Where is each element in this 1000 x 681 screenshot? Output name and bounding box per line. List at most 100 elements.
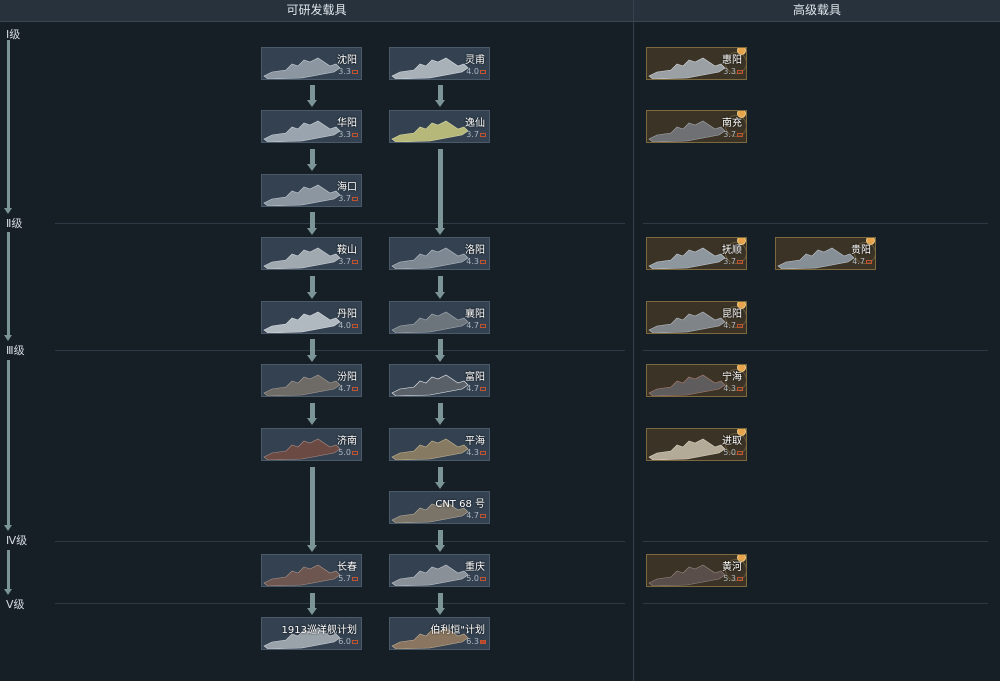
vehicle-card-shenyang[interactable]: 沈阳 3.3 (261, 47, 362, 80)
battle-rating-icon (352, 639, 358, 644)
vehicle-name: 抚顺 (722, 245, 742, 256)
battle-rating: 4.3 (723, 384, 743, 393)
battle-rating-icon (737, 323, 743, 328)
battle-rating-icon (480, 576, 486, 581)
vehicle-name: 海口 (337, 182, 357, 193)
vehicle-card-changchun[interactable]: 长春 5.7 (261, 554, 362, 587)
battle-rating: 5.0 (466, 574, 486, 583)
vehicle-card-luoyang[interactable]: 洛阳 4.3 (389, 237, 490, 270)
battle-rating: 5.0 (338, 448, 358, 457)
battle-rating-icon (866, 259, 872, 264)
vehicle-card-huayang[interactable]: 华阳 3.3 (261, 110, 362, 143)
tree-arrow (435, 339, 445, 362)
vehicle-name: 沈阳 (337, 55, 357, 66)
vehicle-card-haikou[interactable]: 海口 3.7 (261, 174, 362, 207)
battle-rating-icon (480, 132, 486, 137)
battle-rating-icon (352, 259, 358, 264)
vehicle-card-cnt68[interactable]: CNT 68 号 4.7 (389, 491, 490, 524)
premium-card-guiyang[interactable]: 贵阳 4.7 (775, 237, 876, 270)
vehicle-card-chongqing[interactable]: 重庆 5.0 (389, 554, 490, 587)
column-divider (633, 0, 634, 681)
rank-separator (55, 603, 625, 604)
vehicle-name: 长春 (337, 562, 357, 573)
vehicle-card-jinan[interactable]: 济南 5.0 (261, 428, 362, 461)
rank-1-line (4, 40, 12, 214)
vehicle-name: 济南 (337, 436, 357, 447)
premium-card-huiyang[interactable]: 惠阳 3.3 (646, 47, 747, 80)
vehicle-name: 重庆 (465, 562, 485, 573)
tree-arrow (307, 339, 317, 362)
vehicle-card-yixian[interactable]: 逸仙 3.7 (389, 110, 490, 143)
battle-rating: 3.3 (723, 67, 743, 76)
rank-4-label: Ⅳ级 (6, 534, 28, 547)
rank-separator (643, 223, 988, 224)
vehicle-name: 洛阳 (465, 245, 485, 256)
rank-3-label: Ⅲ级 (6, 344, 25, 357)
battle-rating: 5.3 (723, 574, 743, 583)
battle-rating: 6.3 (466, 637, 486, 646)
premium-card-kunyang[interactable]: 昆阳 4.7 (646, 301, 747, 334)
vehicle-name: 鞍山 (337, 245, 357, 256)
vehicle-card-lingfu[interactable]: 灵甫 4.0 (389, 47, 490, 80)
vehicle-card-anshan[interactable]: 鞍山 3.7 (261, 237, 362, 270)
vehicle-name: 逸仙 (465, 118, 485, 129)
vehicle-card-fuyang[interactable]: 富阳 4.7 (389, 364, 490, 397)
premium-card-jinqu[interactable]: 进取 5.0 (646, 428, 747, 461)
rank-separator (55, 223, 625, 224)
battle-rating-icon (352, 196, 358, 201)
tree-arrow (435, 593, 445, 615)
battle-rating: 3.3 (338, 130, 358, 139)
rank-separator (643, 603, 988, 604)
tree-arrow (307, 149, 317, 171)
premium-vehicles-header: 高级载具 (634, 0, 1000, 22)
vehicle-name: 伯利恒"计划 (430, 625, 485, 636)
rank-2-label: Ⅱ级 (6, 217, 23, 230)
researchable-vehicles-header: 可研发载具 (0, 0, 633, 22)
battle-rating-icon (480, 639, 486, 644)
rank-3-line (4, 360, 12, 531)
battle-rating: 3.7 (338, 257, 358, 266)
premium-card-fushun[interactable]: 抚顺 3.7 (646, 237, 747, 270)
premium-card-ninghai[interactable]: 宁海 4.3 (646, 364, 747, 397)
battle-rating: 4.7 (338, 384, 358, 393)
rank-5-label: Ⅴ级 (6, 598, 25, 611)
tree-arrow (307, 467, 317, 552)
tree-arrow (435, 403, 445, 425)
rank-separator (643, 350, 988, 351)
battle-rating-icon (480, 259, 486, 264)
vehicle-name: 富阳 (465, 372, 485, 383)
vehicle-card-fenyang[interactable]: 汾阳 4.7 (261, 364, 362, 397)
vehicle-card-pinghai[interactable]: 平海 4.3 (389, 428, 490, 461)
battle-rating-icon (737, 576, 743, 581)
battle-rating-icon (737, 69, 743, 74)
vehicle-name: 平海 (465, 436, 485, 447)
vehicle-card-xiangyang[interactable]: 襄阳 4.7 (389, 301, 490, 334)
battle-rating: 4.7 (852, 257, 872, 266)
vehicle-card-1913-cruiser-project[interactable]: 1913巡洋舰计划 6.0 (261, 617, 362, 650)
vehicle-name: 贵阳 (851, 245, 871, 256)
tree-arrow (435, 85, 445, 107)
vehicle-name: 汾阳 (337, 372, 357, 383)
battle-rating-icon (352, 576, 358, 581)
tree-arrow (307, 593, 317, 615)
battle-rating: 4.3 (466, 257, 486, 266)
vehicle-name: 襄阳 (465, 309, 485, 320)
battle-rating-icon (737, 132, 743, 137)
vehicle-card-danyang[interactable]: 丹阳 4.0 (261, 301, 362, 334)
battle-rating: 4.7 (466, 511, 486, 520)
battle-rating-icon (352, 386, 358, 391)
battle-rating-icon (737, 386, 743, 391)
tree-arrow (307, 276, 317, 299)
premium-card-huanghe[interactable]: 黄河 5.3 (646, 554, 747, 587)
vehicle-name: 华阳 (337, 118, 357, 129)
vehicle-card-bethlehem-project[interactable]: 伯利恒"计划 6.3 (389, 617, 490, 650)
battle-rating-icon (480, 69, 486, 74)
battle-rating: 4.7 (466, 321, 486, 330)
battle-rating: 3.7 (723, 130, 743, 139)
battle-rating-icon (480, 386, 486, 391)
vehicle-name: 丹阳 (337, 309, 357, 320)
vehicle-name: 宁海 (722, 372, 742, 383)
premium-card-nanchong[interactable]: 南充 3.7 (646, 110, 747, 143)
battle-rating-icon (352, 69, 358, 74)
battle-rating-icon (352, 323, 358, 328)
